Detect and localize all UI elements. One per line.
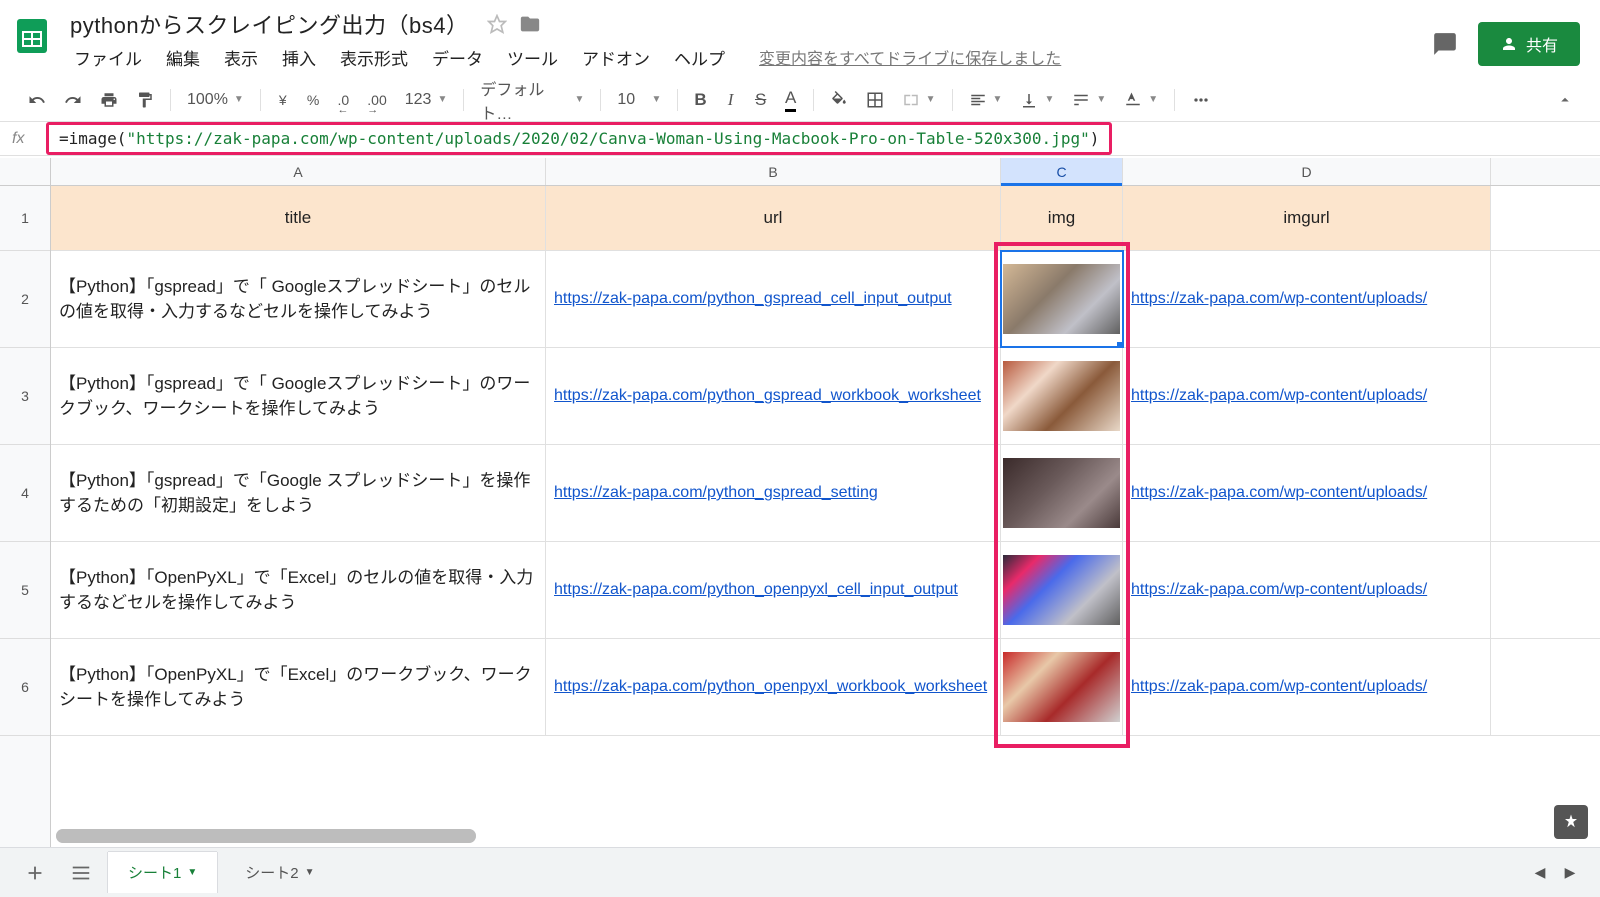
cell-title[interactable]: 【Python】「gspread」で「Google スプレッドシート」を操作する… <box>51 445 546 541</box>
column-header-C[interactable]: C <box>1001 158 1123 185</box>
sheet-tab-2[interactable]: シート2▼ <box>225 852 334 893</box>
cell-title[interactable]: 【Python】「OpenPyXL」で「Excel」のセルの値を取得・入力するな… <box>51 542 546 638</box>
cell-imgurl[interactable]: https://zak-papa.com/wp-content/uploads/ <box>1123 251 1491 347</box>
column-header-B[interactable]: B <box>546 158 1001 185</box>
sheet-tab-1[interactable]: シート1▼ <box>108 852 217 893</box>
add-sheet-button[interactable] <box>16 858 54 888</box>
folder-icon[interactable] <box>519 13 541 35</box>
cell-imgurl[interactable]: https://zak-papa.com/wp-content/uploads/ <box>1123 639 1491 735</box>
redo-button[interactable] <box>56 85 90 115</box>
select-all-corner[interactable] <box>0 158 51 186</box>
row-header-4[interactable]: 4 <box>0 445 50 542</box>
font-select[interactable]: デフォルト…▼ <box>472 72 592 128</box>
row-header-3[interactable]: 3 <box>0 348 50 445</box>
cell-url[interactable]: https://zak-papa.com/python_openpyxl_cel… <box>546 542 1001 638</box>
borders-button[interactable] <box>858 85 892 115</box>
row-header-6[interactable]: 6 <box>0 639 50 736</box>
decrease-decimal-button[interactable]: .0← <box>329 85 357 115</box>
comments-icon[interactable] <box>1432 31 1458 57</box>
fill-color-button[interactable] <box>822 85 856 115</box>
undo-button[interactable] <box>20 85 54 115</box>
currency-button[interactable]: ¥ <box>269 85 297 115</box>
text-rotation-button[interactable]: ▼ <box>1116 87 1166 113</box>
row-header-2[interactable]: 2 <box>0 251 50 348</box>
cell-title[interactable]: 【Python】「OpenPyXL」で「Excel」のワークブック、ワークシート… <box>51 639 546 735</box>
cell-url[interactable]: https://zak-papa.com/python_gspread_sett… <box>546 445 1001 541</box>
all-sheets-button[interactable] <box>62 858 100 888</box>
print-button[interactable] <box>92 85 126 115</box>
menu-bar: ファイル 編集 表示 挿入 表示形式 データ ツール アドオン ヘルプ 変更内容… <box>64 42 1432 72</box>
cell-header-img[interactable]: img <box>1001 186 1123 250</box>
explore-button[interactable] <box>1554 805 1588 839</box>
star-icon[interactable] <box>487 14 507 34</box>
formula-bar: fx =image("https://zak-papa.com/wp-conte… <box>0 122 1600 156</box>
cell-title[interactable]: 【Python】「gspread」で「 Googleスプレッドシート」のセルの値… <box>51 251 546 347</box>
menu-help[interactable]: ヘルプ <box>664 41 735 74</box>
cell-img[interactable] <box>1001 445 1123 541</box>
cell-img[interactable] <box>1001 639 1123 735</box>
bold-button[interactable]: B <box>686 85 714 115</box>
cell-title[interactable]: 【Python】「gspread」で「 Googleスプレッドシート」のワークブ… <box>51 348 546 444</box>
toolbar: 100%▼ ¥ % .0← .00→ 123▼ デフォルト…▼ 10▼ B I … <box>0 78 1600 122</box>
zoom-select[interactable]: 100%▼ <box>179 87 252 113</box>
menu-addons[interactable]: アドオン <box>572 41 660 74</box>
menu-view[interactable]: 表示 <box>214 41 268 74</box>
menu-tools[interactable]: ツール <box>497 41 568 74</box>
horizontal-align-button[interactable]: ▼ <box>961 87 1011 113</box>
sheets-logo[interactable] <box>8 12 56 60</box>
scroll-left-button[interactable]: ◀ <box>1526 858 1554 888</box>
menu-edit[interactable]: 編集 <box>156 41 210 74</box>
cell-header-title[interactable]: title <box>51 186 546 250</box>
italic-button[interactable]: I <box>717 85 745 115</box>
font-size-select[interactable]: 10▼ <box>609 87 669 113</box>
paint-format-button[interactable] <box>128 85 162 115</box>
menu-file[interactable]: ファイル <box>64 41 152 74</box>
cell-imgurl[interactable]: https://zak-papa.com/wp-content/uploads/ <box>1123 445 1491 541</box>
more-toolbar-button[interactable] <box>1183 85 1219 115</box>
save-status[interactable]: 変更内容をすべてドライブに保存しました <box>759 45 1061 69</box>
text-color-button[interactable]: A <box>777 85 805 115</box>
increase-decimal-button[interactable]: .00→ <box>359 85 394 115</box>
share-label: 共有 <box>1526 32 1558 56</box>
menu-insert[interactable]: 挿入 <box>272 41 326 74</box>
row-header-1[interactable]: 1 <box>0 186 50 251</box>
percent-button[interactable]: % <box>299 85 327 115</box>
text-wrap-button[interactable]: ▼ <box>1064 87 1114 113</box>
menu-format[interactable]: 表示形式 <box>330 41 418 74</box>
collapse-toolbar-button[interactable] <box>1550 85 1580 115</box>
cell-url[interactable]: https://zak-papa.com/python_openpyxl_wor… <box>546 639 1001 735</box>
column-header-A[interactable]: A <box>51 158 546 185</box>
cell-header-imgurl[interactable]: imgurl <box>1123 186 1491 250</box>
row-header-5[interactable]: 5 <box>0 542 50 639</box>
formula-input[interactable]: =image("https://zak-papa.com/wp-content/… <box>46 122 1112 155</box>
sheet-tab-bar: シート1▼ シート2▼ ◀ ▶ <box>0 847 1600 897</box>
spreadsheet-grid: ABCD 123456 titleurlimgimgurl 【Python】「gs… <box>0 158 1600 847</box>
fx-icon: fx <box>12 130 46 148</box>
merge-cells-button[interactable]: ▼ <box>894 87 944 113</box>
column-header-D[interactable]: D <box>1123 158 1491 185</box>
strikethrough-button[interactable]: S <box>747 85 775 115</box>
scroll-right-button[interactable]: ▶ <box>1556 858 1584 888</box>
cell-url[interactable]: https://zak-papa.com/python_gspread_work… <box>546 348 1001 444</box>
cell-img[interactable] <box>1001 348 1123 444</box>
cell-img[interactable] <box>1001 542 1123 638</box>
cell-imgurl[interactable]: https://zak-papa.com/wp-content/uploads/ <box>1123 348 1491 444</box>
document-title[interactable]: pythonからスクレイピング出力（bs4） <box>64 6 475 42</box>
cell-img[interactable] <box>1001 251 1123 347</box>
share-button[interactable]: 共有 <box>1478 22 1580 66</box>
cell-header-url[interactable]: url <box>546 186 1001 250</box>
cell-imgurl[interactable]: https://zak-papa.com/wp-content/uploads/ <box>1123 542 1491 638</box>
vertical-align-button[interactable]: ▼ <box>1012 87 1062 113</box>
menu-data[interactable]: データ <box>422 41 493 74</box>
cell-url[interactable]: https://zak-papa.com/python_gspread_cell… <box>546 251 1001 347</box>
format-more-button[interactable]: 123▼ <box>397 87 456 113</box>
horizontal-scrollbar[interactable] <box>56 829 476 843</box>
